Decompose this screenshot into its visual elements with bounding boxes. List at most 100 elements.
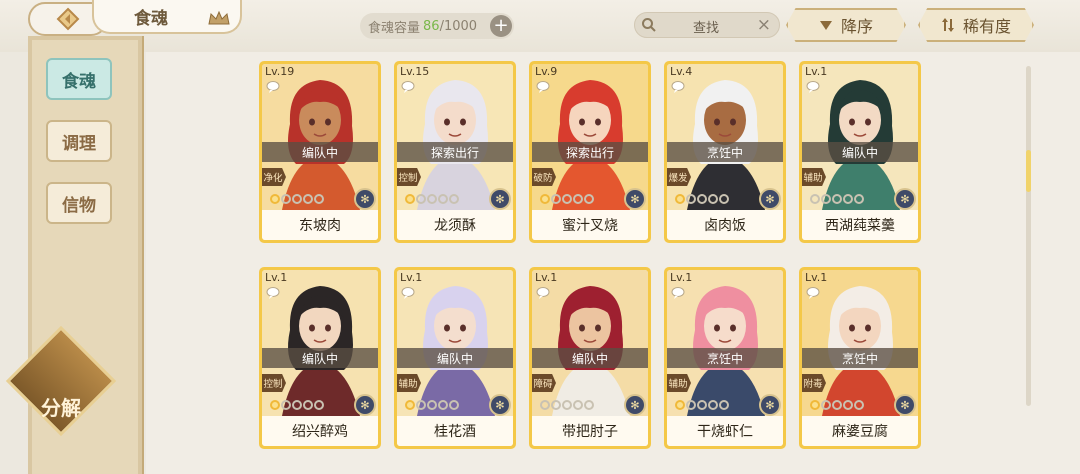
triangle-down-icon (819, 21, 832, 30)
rarity-emblem-icon: ✻ (759, 394, 781, 416)
search-input[interactable]: 查找 × (634, 12, 780, 38)
star-icon (292, 194, 302, 204)
card-level: Lv.15 (400, 65, 430, 78)
card-status: 编队中 (262, 348, 378, 368)
star-icon (438, 400, 448, 410)
rarity-emblem-icon: ✻ (894, 188, 916, 210)
add-capacity-button[interactable]: + (490, 15, 512, 37)
card-name: 麻婆豆腐 (802, 416, 918, 446)
star-icon (573, 400, 583, 410)
food-soul-card[interactable]: Lv.1 编队中 辅助 ✻ 桂花酒 (394, 267, 516, 449)
card-role-badge: 控制 (397, 168, 421, 186)
rarity-emblem-icon: ✻ (354, 188, 376, 210)
star-icon (438, 194, 448, 204)
star-icon (405, 400, 415, 410)
card-body: Lv.15 探索出行 控制 ✻ 龙须酥 (397, 64, 513, 240)
card-status: 编队中 (532, 348, 648, 368)
card-body: Lv.1 编队中 辅助 ✻ 西湖莼菜羹 (802, 64, 918, 240)
star-icon (281, 400, 291, 410)
rarity-emblem-icon: ✻ (354, 394, 376, 416)
card-level: Lv.1 (535, 271, 558, 284)
star-icon (686, 194, 696, 204)
card-name: 绍兴醉鸡 (262, 416, 378, 446)
star-icon (292, 400, 302, 410)
search-icon (642, 18, 656, 32)
sidebar-tab-conditioning[interactable]: 调理 (46, 120, 112, 162)
star-rating (540, 194, 594, 204)
star-icon (810, 194, 820, 204)
star-rating (810, 400, 864, 410)
star-rating (540, 400, 594, 410)
capacity-current: 86 (423, 18, 440, 34)
star-icon (416, 400, 426, 410)
card-status: 烹饪中 (667, 348, 783, 368)
sort-descending-button[interactable]: 降序 (786, 8, 906, 42)
chat-bubble-icon (266, 81, 280, 93)
star-icon (854, 400, 864, 410)
food-soul-card[interactable]: Lv.1 烹饪中 附毒 ✻ 麻婆豆腐 (799, 267, 921, 449)
chat-bubble-icon (536, 81, 550, 93)
sidebar-tab-food-souls[interactable]: 食魂 (46, 58, 112, 100)
rarity-emblem-icon: ✻ (624, 394, 646, 416)
rarity-emblem-icon: ✻ (489, 394, 511, 416)
sidebar-tab-tokens[interactable]: 信物 (46, 182, 112, 224)
star-icon (843, 194, 853, 204)
back-arrow-icon (56, 7, 80, 31)
card-body: Lv.1 编队中 辅助 ✻ 桂花酒 (397, 270, 513, 446)
star-icon (303, 194, 313, 204)
star-icon (540, 400, 550, 410)
card-status: 烹饪中 (802, 348, 918, 368)
card-level: Lv.1 (400, 271, 423, 284)
card-role-badge: 控制 (262, 374, 286, 392)
card-status: 编队中 (262, 142, 378, 162)
card-body: Lv.1 编队中 控制 ✻ 绍兴醉鸡 (262, 270, 378, 446)
star-rating (405, 194, 459, 204)
star-icon (584, 194, 594, 204)
food-soul-card[interactable]: Lv.1 烹饪中 辅助 ✻ 干烧虾仁 (664, 267, 786, 449)
sort-descending-label: 降序 (840, 17, 873, 36)
chat-bubble-icon (536, 287, 550, 299)
food-soul-card[interactable]: Lv.9 探索出行 破防 ✻ 蜜汁叉烧 (529, 61, 651, 243)
star-icon (584, 400, 594, 410)
sort-rarity-label: 稀有度 (962, 17, 1011, 36)
card-level: Lv.1 (805, 271, 828, 284)
food-soul-card[interactable]: Lv.1 编队中 障碍 ✻ 带把肘子 (529, 267, 651, 449)
chat-bubble-icon (671, 287, 685, 299)
crown-icon (208, 10, 230, 25)
star-icon (821, 400, 831, 410)
card-role-badge: 净化 (262, 168, 286, 186)
star-icon (551, 400, 561, 410)
card-status: 编队中 (802, 142, 918, 162)
card-body: Lv.1 编队中 障碍 ✻ 带把肘子 (532, 270, 648, 446)
chat-bubble-icon (671, 81, 685, 93)
sort-rarity-button[interactable]: 稀有度 (918, 8, 1034, 42)
food-soul-card[interactable]: Lv.15 探索出行 控制 ✻ 龙须酥 (394, 61, 516, 243)
star-icon (573, 194, 583, 204)
rarity-emblem-icon: ✻ (759, 188, 781, 210)
card-name: 卤肉饭 (667, 210, 783, 240)
capacity-label: 食魂容量 (368, 20, 421, 36)
scrollbar-track[interactable] (1026, 66, 1031, 406)
food-soul-card[interactable]: Lv.19 编队中 净化 ✻ 东坡肉 (259, 61, 381, 243)
decompose-label: 分解 (41, 396, 81, 420)
scrollbar-thumb[interactable] (1026, 150, 1031, 192)
card-level: Lv.1 (805, 65, 828, 78)
food-soul-card[interactable]: Lv.1 编队中 辅助 ✻ 西湖莼菜羹 (799, 61, 921, 243)
clear-search-icon[interactable]: × (757, 15, 771, 35)
star-icon (562, 400, 572, 410)
card-body: Lv.1 烹饪中 辅助 ✻ 干烧虾仁 (667, 270, 783, 446)
chat-bubble-icon (806, 287, 820, 299)
card-name: 龙须酥 (397, 210, 513, 240)
card-body: Lv.4 烹饪中 爆发 ✻ 卤肉饭 (667, 64, 783, 240)
star-icon (427, 400, 437, 410)
food-soul-card[interactable]: Lv.1 编队中 控制 ✻ 绍兴醉鸡 (259, 267, 381, 449)
card-role-badge: 破防 (532, 168, 556, 186)
search-label: 查找 (693, 21, 720, 36)
rarity-emblem-icon: ✻ (624, 188, 646, 210)
star-icon (686, 400, 696, 410)
star-icon (810, 400, 820, 410)
capacity-display: 食魂容量 86 /1000 + (360, 13, 514, 39)
chat-bubble-icon (401, 81, 415, 93)
food-soul-card[interactable]: Lv.4 烹饪中 爆发 ✻ 卤肉饭 (664, 61, 786, 243)
chat-bubble-icon (806, 81, 820, 93)
